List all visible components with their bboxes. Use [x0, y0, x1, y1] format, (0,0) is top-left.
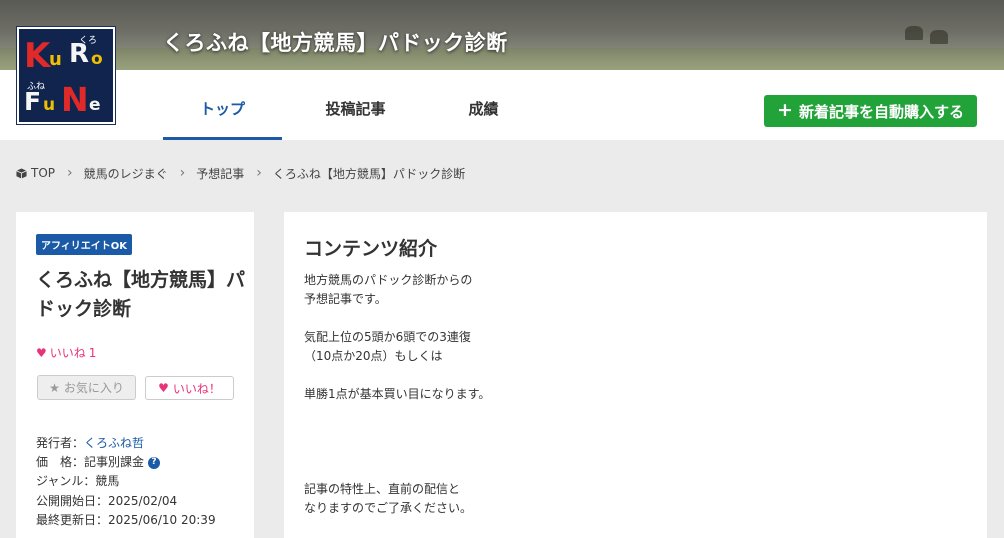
meta-value: 2025/06/10 20:39	[108, 512, 216, 527]
meta-genre: ジャンル： 競馬	[36, 472, 216, 491]
meta-publisher: 発行者： くろふね哲	[36, 434, 216, 453]
logo-letter: o	[91, 49, 103, 69]
content-intro-card: コンテンツ紹介 地方競馬のパドック診断からの 予想記事です。 気配上位の5頭か6…	[284, 212, 987, 538]
header-banner: くろふね【地方競馬】パドック診断	[0, 0, 1004, 70]
star-icon: ★	[49, 380, 60, 395]
chevron-right-icon: ›	[256, 165, 262, 181]
like-button-label: いいね！	[172, 381, 221, 396]
meta-label: 発行者：	[36, 436, 85, 450]
meta-label: 最終更新日：	[36, 512, 109, 527]
chevron-right-icon: ›	[179, 165, 186, 181]
breadcrumb-current: くろふね【地方競馬】パドック診断	[272, 166, 466, 181]
meta-value: 競馬	[95, 474, 120, 489]
publisher-link[interactable]: くろふね哲	[84, 434, 144, 453]
content-body: 地方競馬のパドック診断からの 予想記事です。 気配上位の5頭か6頭での3連復 （…	[304, 273, 491, 515]
logo-letter: R	[69, 39, 90, 69]
logo-letter: K	[24, 36, 51, 76]
banner-horse-icon	[905, 26, 923, 40]
site-title[interactable]: くろふね【地方競馬】パドック診断	[163, 27, 508, 57]
like-count-value: 1	[88, 345, 97, 360]
magazine-info-card: アフィリエイトOK くろふね【地方競馬】パドック診断 ♥ いいね 1 ★ お気に…	[16, 212, 254, 538]
meta-price: 価 格： 記事別課金 ?	[36, 453, 216, 472]
like-button[interactable]: ♥ いいね！	[145, 376, 234, 400]
affiliate-badge: アフィリエイトOK	[36, 234, 133, 255]
auto-purchase-label: 新着記事を自動購入する	[798, 102, 964, 121]
meta-value: 記事別課金	[84, 455, 145, 470]
meta-updated-date: 最終更新日： 2025/06/10 20:39	[36, 511, 216, 530]
favorite-button[interactable]: ★ お気に入り	[37, 375, 136, 400]
plus-icon: +	[777, 98, 793, 121]
breadcrumb-top[interactable]: TOP	[31, 166, 55, 180]
heart-icon: ♥	[158, 381, 169, 395]
logo-letter: u	[43, 95, 56, 115]
tab-top[interactable]: トップ	[163, 70, 282, 140]
tab-results[interactable]: 成績	[424, 70, 543, 140]
auto-purchase-button[interactable]: + 新着記事を自動購入する	[764, 95, 977, 127]
like-count: ♥ いいね 1	[36, 344, 96, 361]
logo-letter: e	[89, 95, 101, 115]
breadcrumb-predictions[interactable]: 予想記事	[196, 165, 244, 182]
meta-label: ジャンル：	[36, 474, 96, 489]
favorite-label: お気に入り	[63, 381, 124, 395]
magazine-title: くろふね【地方競馬】パドック診断	[36, 269, 246, 320]
logo-letter: F	[24, 87, 42, 116]
banner-horse-icon	[930, 30, 948, 44]
meta-value: 2025/02/04	[108, 493, 178, 508]
logo-letter: u	[49, 49, 62, 70]
breadcrumb-regimag[interactable]: 競馬のレジまぐ	[84, 165, 168, 182]
help-icon[interactable]: ?	[148, 456, 161, 469]
chevron-right-icon: ›	[67, 165, 73, 181]
meta-start-date: 公開開始日： 2025/02/04	[36, 492, 216, 511]
site-logo[interactable]: くろ K u R o ふね F u N e	[17, 27, 115, 124]
cube-icon	[16, 167, 27, 179]
tab-posts[interactable]: 投稿記事	[296, 70, 415, 140]
section-title: コンテンツ紹介	[304, 238, 438, 260]
heart-icon: ♥	[36, 345, 47, 360]
magazine-meta: 発行者： くろふね哲 価 格： 記事別課金 ? ジャンル： 競馬 公開開始日： …	[36, 434, 216, 530]
meta-label: 価 格：	[36, 455, 85, 470]
breadcrumb: TOP › 競馬のレジまぐ › 予想記事 › くろふね【地方競馬】パドック診断	[16, 165, 465, 181]
meta-label: 公開開始日：	[36, 493, 109, 508]
logo-letter: N	[61, 80, 89, 119]
like-count-label: いいね	[49, 346, 86, 360]
